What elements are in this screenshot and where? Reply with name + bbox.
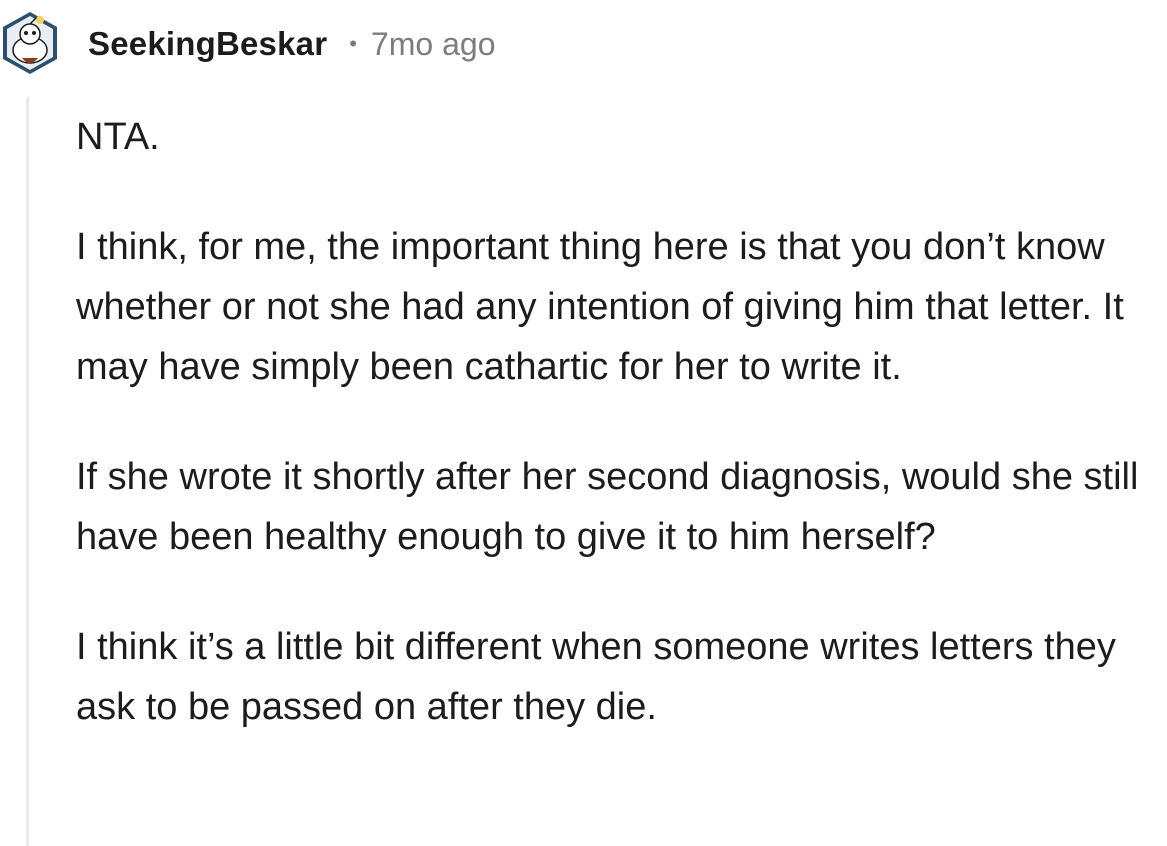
comment-paragraph: I think it’s a little bit different when… xyxy=(76,626,1116,728)
author-username[interactable]: SeekingBeskar xyxy=(88,25,327,63)
snoo-avatar-icon[interactable] xyxy=(0,10,60,76)
thread-line[interactable] xyxy=(26,97,29,846)
comment-timestamp[interactable]: 7mo ago xyxy=(371,26,496,63)
separator-dot: • xyxy=(349,31,357,56)
comment-header: SeekingBeskar • 7mo ago xyxy=(88,20,495,68)
comment: SeekingBeskar • 7mo ago NTA. I think, fo… xyxy=(0,0,1167,846)
comment-body: NTA. I think, for me, the important thin… xyxy=(76,107,1161,787)
comment-paragraph: If she wrote it shortly after her second… xyxy=(76,456,1139,558)
comment-paragraph: I think, for me, the important thing her… xyxy=(76,226,1124,388)
comment-paragraph: NTA. xyxy=(76,116,160,158)
